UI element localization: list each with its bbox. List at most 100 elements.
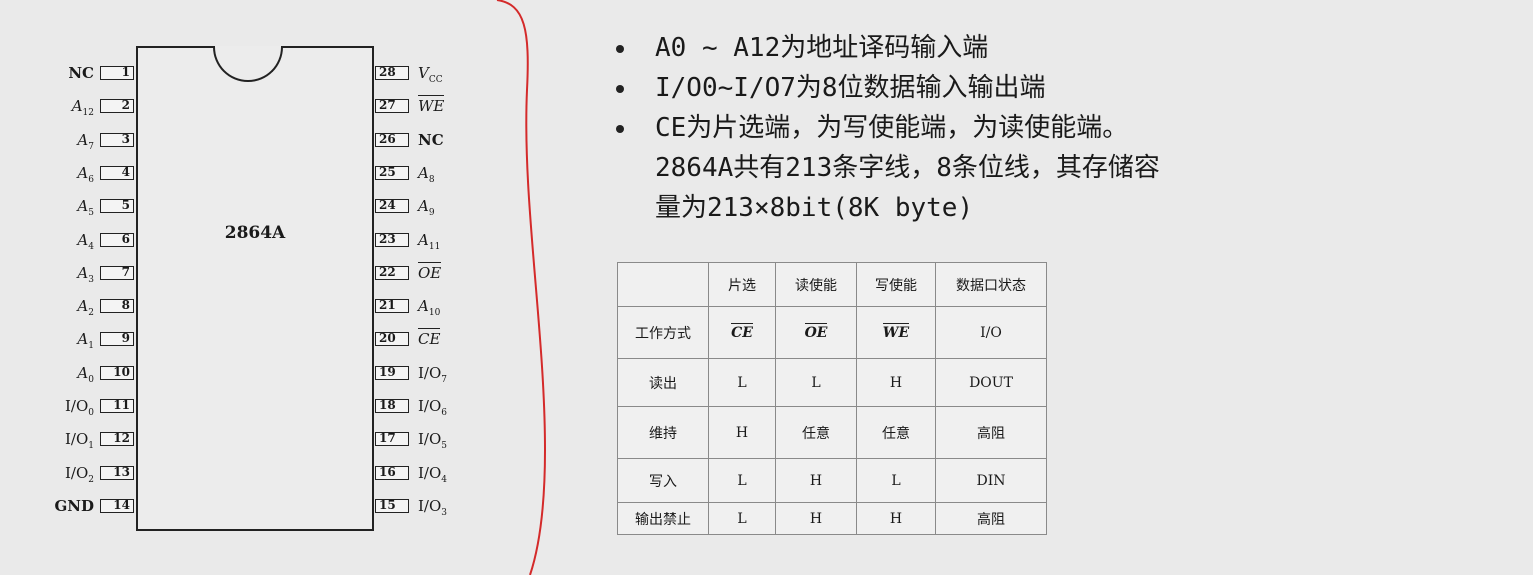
pin-name-11: I/O0 [64,397,94,418]
pin-name-16: I/O4 [418,463,448,485]
pin-name-17: I/O5 [418,430,448,452]
table-signal-cell: CE [708,306,776,359]
table-cell: L [775,358,857,407]
bullet-list: A0 ~ A12为地址译码输入端 I/O0~I/O7为8位数据输入输出端 CE为片选… [610,28,1510,228]
table-header-cell: 写使能 [856,262,936,307]
pin-name-22: OE [418,261,442,282]
bullet-continuation: 量为213×8bit(8K byte) [610,188,1510,228]
table-header-cell: 片选 [708,262,776,307]
pin-number-18: 18 [375,399,409,413]
bullet-text: 2864A共有213条字线，8条位线，其存储容 [655,153,1160,183]
table-row-label: 输出禁止 [617,502,709,535]
pin-name-12: I/O1 [64,430,94,452]
pin-name-21: A10 [418,297,441,319]
chip-notch [213,46,283,82]
pin-name-7: A3 [77,263,94,285]
table-cell: 高阻 [935,502,1047,535]
pin-number-14: 14 [100,498,134,513]
table-row-label: 读出 [617,358,709,407]
pin-name-28: VCC [418,64,443,85]
table-row: 维持 H 任意 任意 高阻 [617,406,1047,459]
table-cell: L [708,358,776,407]
pin-name-13: I/O2 [64,463,94,485]
table-cell: 任意 [775,406,857,459]
pin-number-27: 27 [375,99,409,114]
pin-name-23: A11 [418,230,441,252]
table-signal-cell: I/O [935,306,1047,359]
pin-number-3: 3 [100,132,134,147]
bullet-item: I/O0~I/O7为8位数据输入输出端 [610,68,1510,108]
pin-number-17: 17 [375,432,409,447]
pin-number-12: 12 [100,432,134,447]
pin-number-7: 7 [100,265,134,280]
pin-number-25: 25 [375,165,409,180]
pin-number-15: 15 [375,498,409,513]
bullet-item: CE为片选端，为写使能端，为读使能端。 [610,108,1510,148]
pin-name-8: A2 [77,297,94,319]
table-header-row: 片选 读使能 写使能 数据口状态 [617,262,1047,307]
table-header-cell: 读使能 [775,262,857,307]
pin-name-4: A6 [77,163,94,185]
pin-number-26: 26 [375,132,409,147]
pin-number-20: 20 [375,332,409,347]
table-cell: DOUT [935,358,1047,407]
table-signal-cell: OE [775,306,857,359]
table-row-label: 写入 [617,458,709,503]
pin-number-1: 1 [100,66,134,80]
bullet-text: 量为213×8bit(8K byte) [655,193,974,223]
slide: 2864A 1 NC 2 A12 3 A7 4 A6 5 A5 6 A4 7 A3 8 A2 9 A1 10 A0 11… [0,0,1533,575]
table-cell: H [856,358,936,407]
table-cell: 任意 [856,406,936,459]
bullet-text: I/O0~I/O7为8位数据输入输出端 [655,73,1046,103]
pin-name-20: CE [418,328,441,349]
pin-name-15: I/O3 [418,496,448,518]
pin-number-16: 16 [375,465,409,480]
pin-name-18: I/O6 [418,397,448,418]
pin-number-23: 23 [375,232,409,247]
bullet-continuation: 2864A共有213条字线，8条位线，其存储容 [610,148,1510,188]
pin-number-2: 2 [100,99,134,114]
bullet-text: A0 ~ A12为地址译码输入端 [655,33,989,63]
pin-number-11: 11 [100,399,134,413]
table-cell: L [856,458,936,503]
chip-label: 2864A [224,223,286,243]
pin-name-14: GND [54,496,94,515]
pin-name-19: I/O7 [418,363,448,385]
pin-number-10: 10 [100,365,134,380]
bullet-item: A0 ~ A12为地址译码输入端 [610,28,1510,68]
pin-number-21: 21 [375,299,409,314]
pin-number-8: 8 [100,299,134,314]
table-cell: H [775,458,857,503]
table-row: 输出禁止 L H H 高阻 [617,502,1047,535]
table-row-label: 工作方式 [617,306,709,359]
pin-number-6: 6 [100,232,134,247]
pin-number-28: 28 [375,66,409,80]
pin-name-26: NC [418,130,444,149]
truth-table: 片选 读使能 写使能 数据口状态 工作方式 CE OE WE I/O 读出 L L H DOUT 维持 H 任意… [617,262,1047,535]
bullet-dot-icon [616,125,624,133]
table-row: 读出 L L H DOUT [617,358,1047,407]
table-cell: H [856,502,936,535]
pin-name-5: A5 [77,197,94,219]
pin-number-9: 9 [100,332,134,347]
pin-name-24: A9 [418,197,435,219]
table-cell: L [708,458,776,503]
table-signal-cell: WE [856,306,936,359]
pin-name-6: A4 [77,230,94,252]
pin-name-9: A1 [77,330,94,352]
bullet-dot-icon [616,85,624,93]
table-cell: H [775,502,857,535]
pin-number-5: 5 [100,199,134,214]
pin-name-10: A0 [77,363,94,385]
table-row-label: 维持 [617,406,709,459]
pin-name-25: A8 [418,163,435,185]
table-header-cell: 数据口状态 [935,262,1047,307]
table-cell: H [708,406,776,459]
table-header-cell [617,262,709,307]
pin-number-13: 13 [100,465,134,480]
chip-body: 2864A [136,46,374,531]
table-cell: L [708,502,776,535]
pin-name-1: NC [68,64,94,82]
pin-name-3: A7 [77,130,94,152]
pin-number-22: 22 [375,265,409,280]
